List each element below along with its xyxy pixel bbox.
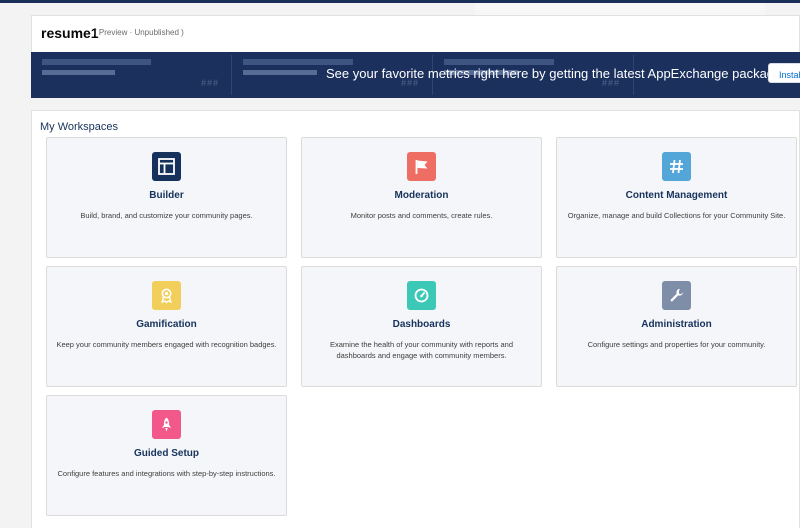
flag-icon bbox=[407, 152, 436, 181]
metric-placeholder-bar bbox=[243, 59, 353, 65]
tile-description: Configure features and integrations with… bbox=[57, 469, 276, 478]
site-status: ( Preview · Unpublished ) bbox=[94, 28, 184, 37]
tile-title: Dashboards bbox=[392, 319, 451, 330]
workspaces-heading: My Workspaces bbox=[40, 121, 119, 133]
workspace-tile-guided-setup[interactable]: Guided Setup Configure features and inte… bbox=[46, 395, 287, 516]
hash-icon bbox=[662, 152, 691, 181]
site-name: resume1 bbox=[41, 25, 99, 41]
tile-title: Gamification bbox=[136, 319, 197, 330]
site-header: resume1 ( Preview · Unpublished ) bbox=[31, 15, 800, 52]
tile-title: Guided Setup bbox=[134, 448, 199, 459]
tile-title: Administration bbox=[641, 319, 712, 330]
tile-description: Examine the health of your community wit… bbox=[329, 340, 513, 360]
workspace-tile-administration[interactable]: Administration Configure settings and pr… bbox=[556, 266, 797, 387]
metric-divider bbox=[231, 55, 232, 95]
workspace-tile-builder[interactable]: Builder Build, brand, and customize your… bbox=[46, 137, 287, 258]
workspace-tile-content-management[interactable]: Content Management Organize, manage and … bbox=[556, 137, 797, 258]
metric-placeholder-value: ### bbox=[201, 78, 220, 88]
workspace-tile-moderation[interactable]: Moderation Monitor posts and comments, c… bbox=[301, 137, 542, 258]
builder-icon bbox=[152, 152, 181, 181]
metric-placeholder-bar bbox=[444, 59, 554, 65]
banner-message: See your favorite metrics right here by … bbox=[326, 66, 785, 81]
workspace-tile-gamification[interactable]: Gamification Keep your community members… bbox=[46, 266, 287, 387]
tile-title: Builder bbox=[149, 190, 184, 201]
metric-placeholder-bar bbox=[243, 70, 317, 75]
tile-description: Organize, manage and build Collections f… bbox=[567, 211, 786, 220]
workspace-tile-dashboards[interactable]: Dashboards Examine the health of your co… bbox=[301, 266, 542, 387]
gauge-icon bbox=[407, 281, 436, 310]
rocket-icon bbox=[152, 410, 181, 439]
tile-description: Monitor posts and comments, create rules… bbox=[350, 211, 493, 220]
install-button[interactable]: Install bbox=[768, 63, 800, 83]
metric-placeholder-bar bbox=[42, 70, 115, 75]
badge-icon bbox=[152, 281, 181, 310]
tile-title: Moderation bbox=[394, 190, 449, 201]
wrench-icon bbox=[662, 281, 691, 310]
tile-description: Build, brand, and customize your communi… bbox=[80, 211, 253, 220]
workspaces-panel: My Workspaces Builder Build, brand, and … bbox=[31, 110, 800, 528]
metric-placeholder-bar bbox=[42, 59, 151, 65]
tile-description: Configure settings and properties for yo… bbox=[587, 340, 766, 349]
metrics-banner: ### ### ### See your favorite metrics ri… bbox=[31, 52, 800, 98]
tile-description: Keep your community members engaged with… bbox=[56, 340, 277, 349]
tile-title: Content Management bbox=[625, 190, 728, 201]
